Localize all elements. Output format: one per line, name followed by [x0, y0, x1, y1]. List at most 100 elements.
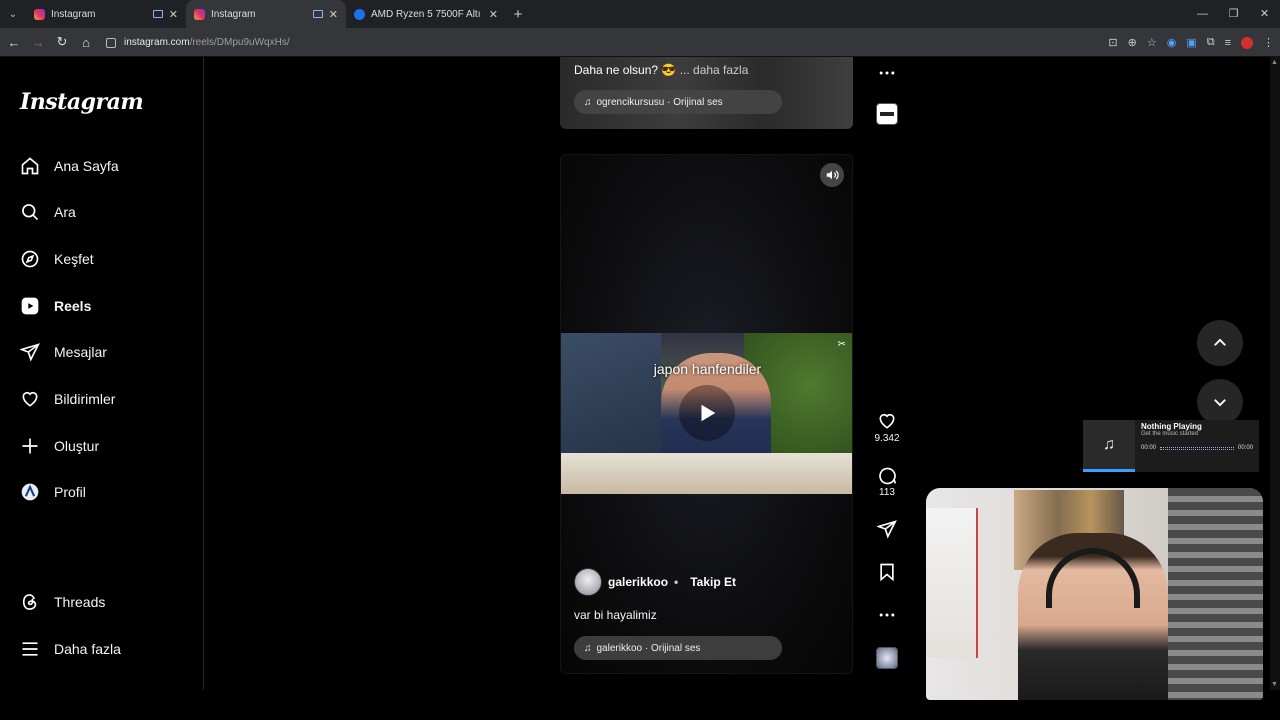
window-controls: — ❐ ✕ [1187, 0, 1280, 28]
author-avatar[interactable] [574, 568, 602, 596]
media-control-icon[interactable]: ≡ [1225, 37, 1231, 49]
instagram-logo[interactable]: Instagram [20, 89, 144, 115]
url-field[interactable]: instagram.com/reels/DMpu9uWqxHs/ [106, 32, 1106, 53]
reel-actions: 9.342 113 [870, 57, 904, 690]
prev-more-button[interactable] [870, 63, 904, 83]
reel-video[interactable]: japon hanfendiler ✂ [561, 333, 852, 494]
reel-more-button[interactable] [870, 605, 904, 625]
music-widget[interactable]: ♫ Nothing Playing Get the music started … [1083, 420, 1259, 472]
profile-avatar-icon[interactable] [1241, 36, 1253, 49]
reel-audio-pill[interactable]: ♫ galerikkoo · Orijinal ses [574, 636, 782, 660]
reload-icon[interactable]: ↻ [50, 34, 74, 50]
tab-search-button[interactable]: ⌄ [0, 0, 26, 28]
forward-icon[interactable]: → [26, 35, 50, 50]
tab-title: Instagram [51, 8, 96, 20]
sidebar-item-explore[interactable]: Keşfet [20, 244, 94, 274]
site-info-icon[interactable] [106, 37, 116, 48]
capcut-icon: ✂ [837, 339, 846, 350]
save-button[interactable] [870, 562, 904, 582]
minimize-icon[interactable]: — [1187, 0, 1218, 28]
comment-count: 113 [879, 487, 895, 498]
separator-dot: • [674, 575, 679, 589]
reel-audio-thumb[interactable] [870, 647, 904, 669]
scroll-down-icon[interactable]: ▼ [1271, 681, 1278, 688]
comment-button[interactable]: 113 [870, 465, 904, 498]
tab-instagram-2[interactable]: Instagram ✕ [186, 0, 346, 28]
heart-icon [20, 389, 40, 409]
sidebar-item-more[interactable]: Daha fazla [20, 634, 121, 664]
tab-title: Instagram [211, 8, 256, 20]
previous-reel-button[interactable] [1197, 320, 1243, 366]
close-tab-icon[interactable]: ✕ [489, 8, 498, 21]
sidebar-item-label: Profil [54, 484, 86, 500]
caption-text: Daha ne olsun? 😎 [574, 63, 677, 77]
browser-menu-icon[interactable]: ⋮ [1263, 36, 1274, 49]
sidebar-item-home[interactable]: Ana Sayfa [20, 151, 119, 181]
previous-reel-caption: Daha ne olsun? 😎 ... daha fazla [574, 63, 748, 77]
install-app-icon[interactable]: ⊡ [1108, 36, 1117, 49]
browser-tab-bar: ⌄ Instagram ✕ Instagram ✕ AMD Ryzen 5 75… [0, 0, 1280, 28]
tab-instagram-1[interactable]: Instagram ✕ [26, 0, 186, 28]
home-browser-icon[interactable]: ⌂ [74, 35, 98, 50]
sidebar-item-profile[interactable]: Profil [20, 477, 86, 507]
sidebar-item-threads[interactable]: Threads [20, 587, 105, 617]
avatar-icon [20, 482, 40, 502]
like-count: 9.342 [874, 433, 900, 444]
speaker-icon [826, 170, 839, 180]
sidebar-item-reels[interactable]: Reels [20, 291, 91, 321]
zoom-icon[interactable]: ⊕ [1128, 36, 1137, 49]
sidebar-item-label: Mesajlar [54, 344, 107, 360]
restore-icon[interactable]: ❐ [1218, 0, 1249, 28]
prev-audio-thumb[interactable] [870, 103, 904, 125]
sidebar-item-create[interactable]: Oluştur [20, 431, 99, 461]
close-tab-icon[interactable]: ✕ [169, 8, 178, 21]
music-note-icon: ♫ [1083, 420, 1135, 472]
compass-icon [20, 249, 40, 269]
audio-thumbnail [876, 103, 898, 125]
sidebar-item-label: Keşfet [54, 251, 94, 267]
next-reel-button[interactable] [1197, 379, 1243, 425]
verified-favicon-icon [354, 8, 365, 20]
sidebar-item-label: Oluştur [54, 438, 100, 454]
more-dots-icon [879, 71, 895, 75]
audio-thumbnail [876, 647, 898, 669]
plus-icon [20, 436, 40, 456]
close-window-icon[interactable]: ✕ [1249, 0, 1280, 28]
heart-icon [879, 413, 895, 429]
mute-button[interactable] [820, 163, 844, 187]
webcam-overlay [926, 488, 1263, 700]
translate-icon[interactable]: ▣ [1186, 36, 1196, 49]
sidebar-item-label: Threads [54, 594, 106, 610]
share-button[interactable] [870, 519, 904, 539]
page-scrollbar[interactable]: ▲ ▼ [1270, 57, 1280, 690]
more-dots-icon [879, 613, 895, 617]
follow-button[interactable]: Takip Et [684, 572, 742, 592]
time-start: 00:00 [1141, 445, 1157, 451]
sidebar-item-search[interactable]: Ara [20, 197, 76, 227]
sidebar-item-messages[interactable]: Mesajlar [20, 337, 107, 367]
progress-bar[interactable] [1160, 446, 1234, 450]
reel-card[interactable]: japon hanfendiler ✂ galerikkoo • Takip E… [560, 154, 853, 674]
music-info: Nothing Playing Get the music started 00… [1135, 420, 1259, 472]
tab-amd[interactable]: AMD Ryzen 5 7500F Altı Çekird ✕ [346, 0, 506, 28]
video-caption: japon hanfendiler [653, 361, 762, 377]
author-username[interactable]: galerikkoo [608, 575, 668, 589]
comment-icon [879, 467, 897, 485]
more-link[interactable]: ... daha fazla [680, 63, 749, 77]
bookmark-icon [880, 563, 894, 582]
like-button[interactable]: 9.342 [870, 411, 904, 444]
play-button[interactable] [679, 385, 735, 441]
back-icon[interactable]: ← [2, 35, 26, 50]
close-tab-icon[interactable]: ✕ [329, 8, 338, 21]
bookmark-star-icon[interactable]: ☆ [1147, 36, 1157, 49]
audio-extension-icon[interactable]: ◉ [1167, 36, 1177, 49]
new-tab-button[interactable]: + [506, 6, 530, 23]
music-note-icon: ♫ [584, 642, 592, 654]
extensions-puzzle-icon[interactable]: ⧉ [1207, 36, 1215, 49]
reels-icon [20, 296, 40, 316]
scroll-up-icon[interactable]: ▲ [1271, 59, 1278, 66]
threads-icon [20, 592, 40, 612]
cast-icon [312, 10, 323, 18]
sidebar-item-notifications[interactable]: Bildirimler [20, 384, 115, 414]
previous-audio-pill[interactable]: ♫ ogrencikursusu · Orijinal ses [574, 90, 782, 114]
